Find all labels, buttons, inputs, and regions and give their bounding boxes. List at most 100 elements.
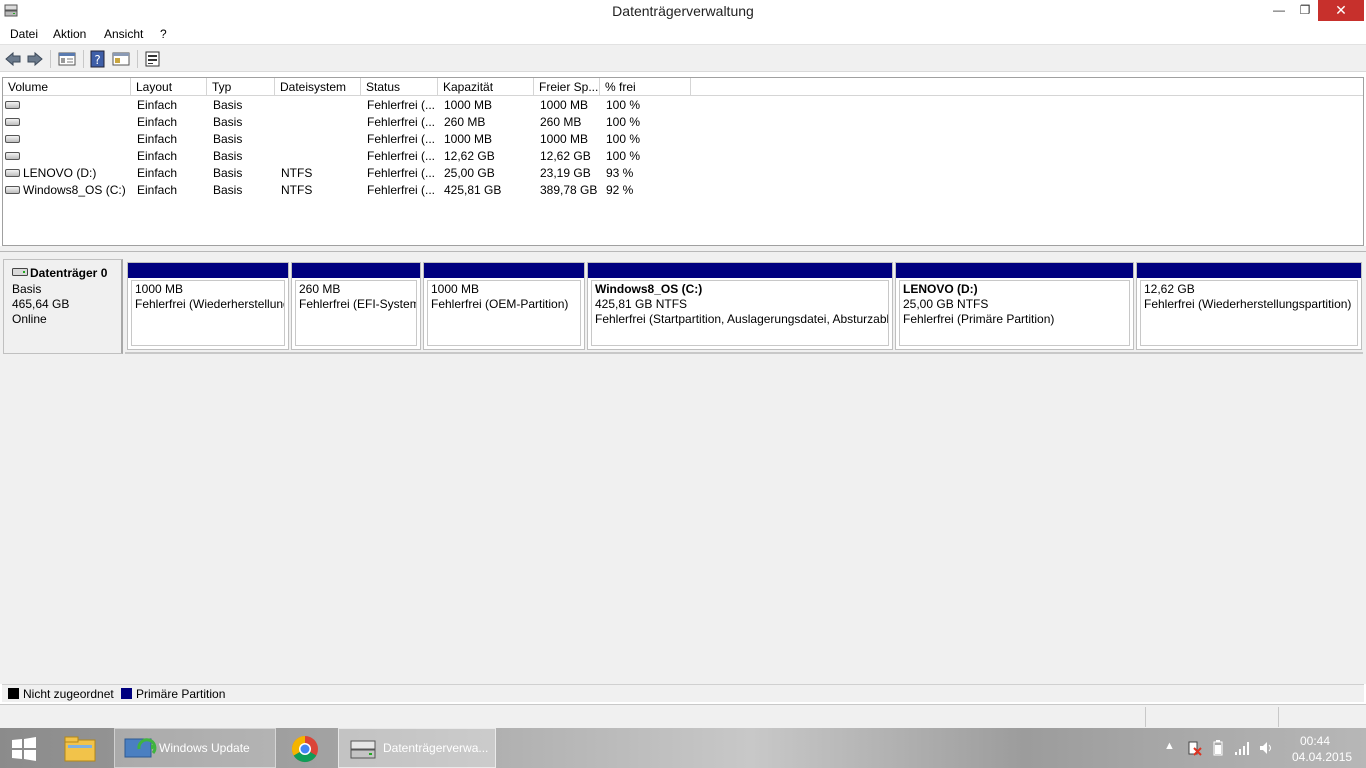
table-row[interactable]: Einfach Basis Fehlerfrei (... 260 MB 260… bbox=[3, 114, 1363, 131]
column-header-typ[interactable]: Typ bbox=[207, 78, 275, 96]
partition-size: 260 MB bbox=[299, 282, 341, 296]
column-header-freier-speicher[interactable]: Freier Sp... bbox=[534, 78, 600, 96]
svg-text:?: ? bbox=[94, 53, 100, 67]
legend-swatch-unallocated bbox=[8, 688, 19, 699]
cell-kapazitaet: 260 MB bbox=[444, 115, 486, 129]
cell-volume: Windows8_OS (C:) bbox=[23, 183, 126, 197]
clock-date[interactable]: 04.04.2015 bbox=[1292, 750, 1352, 764]
cell-kapazitaet: 1000 MB bbox=[444, 98, 493, 112]
partition-type-bar bbox=[424, 263, 584, 278]
table-row[interactable]: Einfach Basis Fehlerfrei (... 1000 MB 10… bbox=[3, 131, 1363, 148]
column-header-kapazitaet[interactable]: Kapazität bbox=[438, 78, 534, 96]
volume-list-header: Volume Layout Typ Dateisystem Status Kap… bbox=[3, 78, 1363, 96]
partition-recovery-2[interactable]: 12,62 GB Fehlerfrei (Wiederherstellungsp… bbox=[1136, 262, 1362, 350]
menu-ansicht[interactable]: Ansicht bbox=[104, 27, 143, 41]
partition-recovery-1[interactable]: 1000 MB Fehlerfrei (Wiederherstellungspa… bbox=[127, 262, 289, 350]
toolbar-separator bbox=[83, 50, 84, 68]
table-row[interactable]: LENOVO (D:) Einfach Basis NTFS Fehlerfre… bbox=[3, 165, 1363, 182]
cell-volume: LENOVO (D:) bbox=[23, 166, 97, 180]
cell-layout: Einfach bbox=[137, 132, 178, 146]
cell-dateisystem: NTFS bbox=[281, 166, 313, 180]
partition-size: 25,00 GB NTFS bbox=[903, 297, 989, 311]
window-title: Datenträgerverwaltung bbox=[612, 3, 754, 19]
disk-size: 465,64 GB bbox=[12, 297, 70, 311]
drive-icon bbox=[5, 152, 20, 160]
table-row[interactable]: Einfach Basis Fehlerfrei (... 1000 MB 10… bbox=[3, 97, 1363, 114]
partition-status: Fehlerfrei (Startpartition, Auslagerungs… bbox=[595, 312, 888, 326]
cell-typ: Basis bbox=[213, 149, 243, 163]
cell-kapazitaet: 12,62 GB bbox=[444, 149, 495, 163]
disk-row-divider bbox=[125, 352, 1363, 354]
file-explorer-icon[interactable] bbox=[62, 734, 98, 764]
partition-type-bar bbox=[1137, 263, 1361, 278]
taskbar-disk-management[interactable]: Datenträgerverwa... bbox=[338, 728, 496, 768]
help-icon[interactable]: ? bbox=[89, 50, 107, 68]
properties-icon[interactable] bbox=[58, 50, 76, 68]
partition-status: Fehlerfrei (Wiederherstellungspartition) bbox=[1144, 297, 1352, 311]
windows-start-icon[interactable] bbox=[8, 736, 40, 762]
disk-label[interactable]: Datenträger 0 Basis 465,64 GB Online bbox=[3, 259, 123, 354]
menu-aktion[interactable]: Aktion bbox=[53, 27, 86, 41]
maximize-button[interactable]: ❐ bbox=[1292, 0, 1318, 21]
column-header-volume[interactable]: Volume bbox=[3, 78, 131, 96]
status-bar-divider bbox=[1278, 707, 1279, 727]
partition-size: 12,62 GB bbox=[1144, 282, 1195, 296]
forward-arrow-icon[interactable] bbox=[26, 50, 44, 68]
partition-efi[interactable]: 260 MB Fehlerfrei (EFI-Systempartition) bbox=[291, 262, 421, 350]
settings-icon[interactable] bbox=[144, 50, 162, 68]
cell-layout: Einfach bbox=[137, 115, 178, 129]
cell-typ: Basis bbox=[213, 115, 243, 129]
cell-kapazitaet: 425,81 GB bbox=[444, 183, 502, 197]
back-arrow-icon[interactable] bbox=[4, 50, 22, 68]
network-signal-icon[interactable] bbox=[1234, 740, 1250, 756]
cell-status: Fehlerfrei (... bbox=[367, 115, 436, 129]
cell-freier-speicher: 389,78 GB bbox=[540, 183, 598, 197]
chrome-icon[interactable] bbox=[290, 734, 320, 764]
partition-size: 1000 MB bbox=[431, 282, 480, 296]
cell-kapazitaet: 25,00 GB bbox=[444, 166, 495, 180]
cell-typ: Basis bbox=[213, 166, 243, 180]
cell-layout: Einfach bbox=[137, 166, 178, 180]
cell-kapazitaet: 1000 MB bbox=[444, 132, 493, 146]
cell-status: Fehlerfrei (... bbox=[367, 166, 436, 180]
column-header-layout[interactable]: Layout bbox=[131, 78, 207, 96]
disk-icon bbox=[12, 268, 28, 276]
close-button[interactable]: ✕ bbox=[1318, 0, 1364, 21]
disk-management-icon bbox=[350, 740, 376, 759]
column-header-status[interactable]: Status bbox=[361, 78, 438, 96]
drive-icon bbox=[5, 169, 20, 177]
menu-datei[interactable]: Datei bbox=[10, 27, 38, 41]
partition-lenovo-d[interactable]: LENOVO (D:) 25,00 GB NTFS Fehlerfrei (Pr… bbox=[895, 262, 1134, 350]
show-hidden-icons-icon[interactable]: ▲ bbox=[1164, 740, 1175, 752]
menu-help[interactable]: ? bbox=[160, 27, 167, 41]
partition-windows8-os-c[interactable]: Windows8_OS (C:) 425,81 GB NTFS Fehlerfr… bbox=[587, 262, 893, 350]
volume-list: Volume Layout Typ Dateisystem Status Kap… bbox=[2, 77, 1364, 246]
partition-status: Fehlerfrei (EFI-Systempartition) bbox=[299, 297, 416, 311]
table-row[interactable]: Einfach Basis Fehlerfrei (... 12,62 GB 1… bbox=[3, 148, 1363, 165]
cell-prozent-frei: 100 % bbox=[606, 149, 641, 163]
action-center-icon[interactable] bbox=[1186, 740, 1202, 756]
minimize-button[interactable]: — bbox=[1266, 0, 1292, 21]
taskbar-windows-update[interactable]: Windows Update bbox=[114, 728, 276, 768]
clock-time[interactable]: 00:44 bbox=[1300, 734, 1330, 748]
partition-name: Windows8_OS (C:) bbox=[595, 282, 703, 296]
disk-type: Basis bbox=[12, 282, 42, 296]
cell-layout: Einfach bbox=[137, 183, 178, 197]
table-row[interactable]: Windows8_OS (C:) Einfach Basis NTFS Fehl… bbox=[3, 182, 1363, 199]
partition-status: Fehlerfrei (Wiederherstellungspartition) bbox=[135, 297, 284, 311]
cell-status: Fehlerfrei (... bbox=[367, 149, 436, 163]
drive-icon bbox=[5, 118, 20, 126]
cell-volume bbox=[23, 131, 129, 148]
partition-oem[interactable]: 1000 MB Fehlerfrei (OEM-Partition) bbox=[423, 262, 585, 350]
volume-icon[interactable] bbox=[1258, 740, 1274, 756]
battery-icon[interactable] bbox=[1210, 740, 1226, 756]
partition-size: 1000 MB bbox=[135, 282, 184, 296]
cell-layout: Einfach bbox=[137, 98, 178, 112]
column-header-dateisystem[interactable]: Dateisystem bbox=[275, 78, 361, 96]
cell-volume bbox=[23, 148, 129, 165]
partition-type-bar bbox=[896, 263, 1133, 278]
cell-status: Fehlerfrei (... bbox=[367, 98, 436, 112]
partition-status: Fehlerfrei (Primäre Partition) bbox=[903, 312, 1055, 326]
column-header-prozent-frei[interactable]: % frei bbox=[600, 78, 691, 96]
show-hide-tree-icon[interactable] bbox=[112, 50, 130, 68]
